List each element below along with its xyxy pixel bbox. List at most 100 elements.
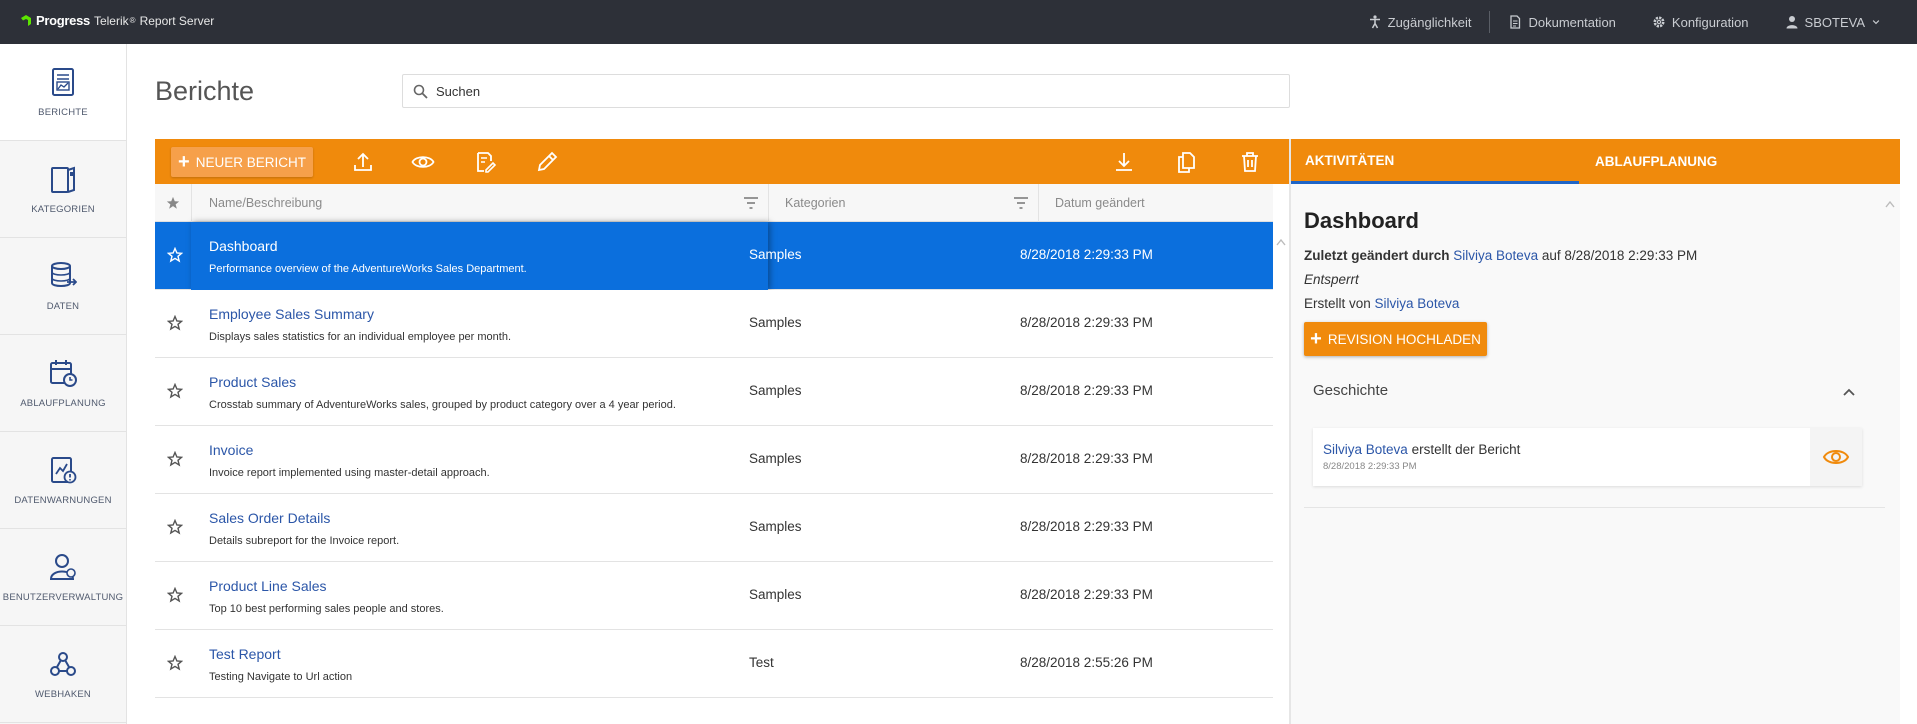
upload-button[interactable] — [351, 150, 375, 174]
gear-icon — [1653, 16, 1665, 28]
table-row[interactable]: Employee Sales Summary Displays sales st… — [155, 290, 1273, 358]
sidebar-item-label: BERICHTE — [38, 106, 88, 118]
plus-icon: + — [178, 151, 190, 173]
search-box[interactable] — [402, 74, 1290, 108]
sidebar-item-webhooks[interactable]: WEBHAKEN — [0, 626, 126, 723]
created-user-link[interactable]: Silviya Boteva — [1375, 296, 1460, 311]
star-outline-icon[interactable] — [167, 383, 183, 399]
created-prefix: Erstellt von — [1304, 296, 1371, 311]
lock-status: Entsperrt — [1304, 272, 1359, 287]
report-name[interactable]: Test Report — [209, 646, 281, 662]
sidebar-item-reports[interactable]: BERICHTE — [0, 44, 126, 141]
tab-activities[interactable]: AKTIVITÄTEN — [1291, 139, 1579, 184]
report-name[interactable]: Employee Sales Summary — [209, 306, 374, 322]
sidebar-item-data-alerts[interactable]: DATENWARNUNGEN — [0, 432, 126, 529]
report-name[interactable]: Sales Order Details — [209, 510, 330, 526]
report-date: 8/28/2018 2:29:33 PM — [1020, 315, 1153, 330]
configuration-link[interactable]: Konfiguration — [1634, 11, 1767, 33]
progress-logo-icon — [21, 14, 31, 26]
modified-user-link[interactable]: Silviya Boteva — [1453, 248, 1538, 263]
created-info: Erstellt von Silviya Boteva — [1304, 296, 1459, 311]
star-outline-icon[interactable] — [167, 587, 183, 603]
trash-icon — [1242, 152, 1258, 172]
sidebar-item-label: BENUTZERVERWALTUNG — [2, 591, 124, 603]
chevron-down-icon — [1872, 20, 1880, 25]
table-row[interactable]: Product Line Sales Top 10 best performin… — [155, 562, 1273, 630]
accessibility-icon — [1369, 15, 1380, 29]
sidebar-item-scheduling[interactable]: ABLAUFPLANUNG — [0, 335, 126, 432]
sidebar-item-categories[interactable]: KATEGORIEN — [0, 141, 126, 238]
history-title[interactable]: Geschichte — [1313, 382, 1388, 399]
report-date: 8/28/2018 2:29:33 PM — [1020, 519, 1153, 534]
report-date: 8/28/2018 2:29:33 PM — [1020, 587, 1153, 602]
accessibility-label: Zugänglichkeit — [1387, 14, 1472, 30]
search-input[interactable] — [436, 83, 1236, 99]
sidebar-item-label: DATENWARNUNGEN — [14, 494, 112, 506]
user-menu[interactable]: SBOTEVA — [1767, 11, 1899, 33]
table-row[interactable]: Product Sales Crosstab summary of Advent… — [155, 358, 1273, 426]
download-button[interactable] — [1112, 150, 1136, 174]
categories-column-header[interactable]: Kategorien — [769, 184, 1039, 222]
selected-cell-highlight — [191, 222, 768, 290]
product-name: Telerik — [93, 13, 129, 28]
edit-report-button[interactable] — [473, 150, 497, 174]
top-nav: Zugänglichkeit Dokumentation Konfigurati… — [1350, 0, 1899, 44]
delete-button[interactable] — [1238, 150, 1262, 174]
filter-icon[interactable] — [1014, 197, 1028, 209]
star-outline-icon[interactable] — [167, 451, 183, 467]
report-category: Samples — [749, 383, 802, 398]
brand-logo[interactable]: Progress Telerik ® Report Server — [20, 13, 214, 28]
eye-icon — [1822, 450, 1850, 464]
star-outline-icon[interactable] — [167, 247, 183, 263]
user-icon — [1786, 16, 1798, 29]
report-date: 8/28/2018 2:29:33 PM — [1020, 383, 1153, 398]
panel-scrollbar[interactable] — [1881, 184, 1900, 724]
sidebar-item-user-management[interactable]: BENUTZERVERWALTUNG — [0, 529, 126, 626]
edit-button[interactable] — [535, 150, 559, 174]
database-icon — [51, 261, 77, 287]
chevron-up-icon[interactable] — [1843, 388, 1855, 396]
report-description: Displays sales statistics for an individ… — [209, 331, 512, 343]
new-report-button[interactable]: + NEUER BERICHT — [171, 147, 313, 177]
grid-scrollbar[interactable] — [1273, 222, 1289, 724]
brand-name: Progress — [36, 13, 90, 28]
history-view-button[interactable] — [1810, 428, 1862, 486]
table-row[interactable]: Test Report Testing Navigate to Url acti… — [155, 630, 1273, 698]
name-column-header[interactable]: Name/Beschreibung — [192, 184, 769, 222]
report-description: Details subreport for the Invoice report… — [209, 535, 400, 547]
date-column-header[interactable]: Datum geändert — [1039, 184, 1273, 222]
history-action: erstellt der Bericht — [1411, 442, 1521, 457]
table-row[interactable]: Sales Order Details Details subreport fo… — [155, 494, 1273, 562]
sidebar-item-label: WEBHAKEN — [35, 688, 91, 700]
report-title: Dashboard — [1304, 208, 1419, 233]
star-outline-icon[interactable] — [167, 519, 183, 535]
sidebar-item-label: ABLAUFPLANUNG — [20, 397, 106, 409]
report-name[interactable]: Invoice — [209, 442, 253, 458]
star-outline-icon[interactable] — [167, 315, 183, 331]
star-outline-icon[interactable] — [167, 655, 183, 671]
document-icon — [1510, 15, 1521, 29]
table-row[interactable]: Invoice Invoice report implemented using… — [155, 426, 1273, 494]
preview-button[interactable] — [411, 150, 435, 174]
categories-column-label: Kategorien — [785, 196, 846, 210]
report-name[interactable]: Dashboard — [209, 238, 278, 254]
table-row[interactable]: Dashboard Performance overview of the Ad… — [155, 222, 1273, 290]
report-name[interactable]: Product Line Sales — [209, 578, 327, 594]
report-name[interactable]: Product Sales — [209, 374, 296, 390]
grid-header: Name/Beschreibung Kategorien Datum geänd… — [155, 184, 1273, 222]
sidebar-item-data[interactable]: DATEN — [0, 238, 126, 335]
filter-icon[interactable] — [744, 197, 758, 209]
modified-prefix: Zuletzt geändert durch — [1304, 248, 1450, 263]
clone-button[interactable] — [1174, 150, 1198, 174]
report-icon — [52, 67, 74, 96]
tab-scheduling-label: ABLAUFPLANUNG — [1595, 154, 1718, 169]
download-icon — [1116, 153, 1132, 171]
users-icon — [49, 553, 76, 580]
history-user-link[interactable]: Silviya Boteva — [1323, 442, 1408, 457]
copy-icon — [1178, 152, 1195, 173]
documentation-link[interactable]: Dokumentation — [1489, 11, 1633, 33]
tab-scheduling[interactable]: ABLAUFPLANUNG — [1579, 139, 1879, 184]
upload-revision-button[interactable]: + REVISION HOCHLADEN — [1304, 322, 1487, 356]
accessibility-link[interactable]: Zugänglichkeit — [1350, 11, 1490, 33]
favorite-column-header[interactable] — [155, 184, 192, 222]
